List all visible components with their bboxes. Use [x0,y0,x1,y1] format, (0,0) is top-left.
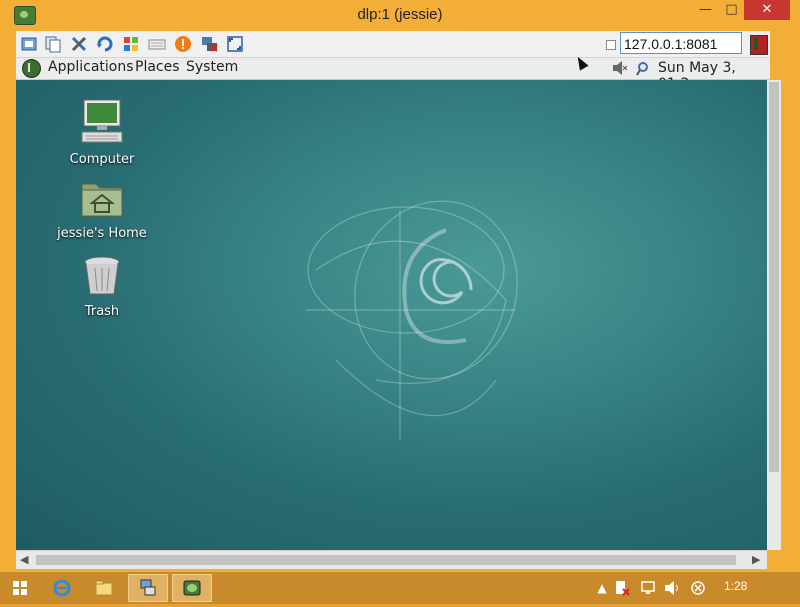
disconnect-icon[interactable] [200,35,218,53]
volume-icon[interactable] [612,60,628,76]
desktop-icon-label: Trash [84,304,120,319]
vnc-app-icon [183,580,201,596]
gnome-desktop[interactable]: Computer jessie's Home Trash [16,80,767,550]
menu-applications[interactable]: Applications [48,59,134,75]
speaker-tray-icon[interactable] [664,580,680,596]
computer-icon [81,99,123,143]
start-icon [13,581,27,595]
windows-taskbar: ▲ 1:28 [0,572,800,604]
explorer-icon [95,580,113,596]
network-app-icon [140,579,156,596]
vnc-app-taskbar-button[interactable] [172,574,212,602]
desktop-icon-label: jessie's Home [57,226,147,241]
desktop-icon-computer[interactable]: Computer [52,98,152,167]
vnc-toolbar: 127.0.0.1:8081 [16,31,770,58]
scroll-left-icon[interactable]: ◀ [20,553,28,566]
show-hidden-icons[interactable]: ▲ [594,580,610,596]
window-title: dlp:1 (jessie) [357,6,443,23]
ie-icon [53,579,71,597]
clipboard-icon[interactable] [44,35,62,53]
address-field[interactable]: 127.0.0.1:8081 [620,32,742,54]
gnome-foot-icon[interactable] [22,59,41,78]
options-icon[interactable] [20,35,38,53]
gnome-top-panel: Applications Places System Sun May 3, 01… [16,58,770,92]
explorer-taskbar-button[interactable] [84,574,124,602]
network-tray-icon[interactable] [640,580,656,596]
start-button[interactable] [0,574,40,602]
minimize-button[interactable]: — [692,0,719,20]
desktop-icon-label: Computer [69,152,135,167]
action-center-icon[interactable] [614,580,630,596]
alert-icon[interactable] [174,35,192,53]
ie-taskbar-button[interactable] [42,574,82,602]
horizontal-scrollbar[interactable]: ◀ ▶ [16,550,767,569]
scroll-right-icon[interactable]: ▶ [752,553,760,566]
fullscreen-icon[interactable] [226,35,244,53]
window-titlebar[interactable]: dlp:1 (jessie) — □ ✕ [0,0,800,30]
keyboard-icon[interactable] [148,35,166,53]
desktop-icon-home[interactable]: jessie's Home [52,178,152,241]
network-icon[interactable] [636,60,652,76]
menu-system[interactable]: System [186,59,238,75]
close-button[interactable]: ✕ [744,0,790,20]
home-folder-icon [81,183,123,217]
tools-icon[interactable] [70,35,88,53]
taskbar-clock[interactable]: 1:28 [724,579,747,593]
windows-key-icon[interactable] [122,35,140,53]
network-app-taskbar-button[interactable] [128,574,168,602]
vnc-tray-icon[interactable] [690,580,706,596]
refresh-icon[interactable] [96,35,114,53]
menu-places[interactable]: Places [135,59,180,75]
address-checkbox[interactable] [606,40,616,50]
vertical-scrollbar[interactable] [767,80,781,550]
status-flag-icon [750,35,768,55]
trash-icon [84,256,120,295]
maximize-button[interactable]: □ [718,0,745,20]
vertical-scroll-thumb[interactable] [769,82,779,472]
horizontal-scroll-thumb[interactable] [36,555,736,565]
desktop-icon-trash[interactable]: Trash [52,254,152,319]
